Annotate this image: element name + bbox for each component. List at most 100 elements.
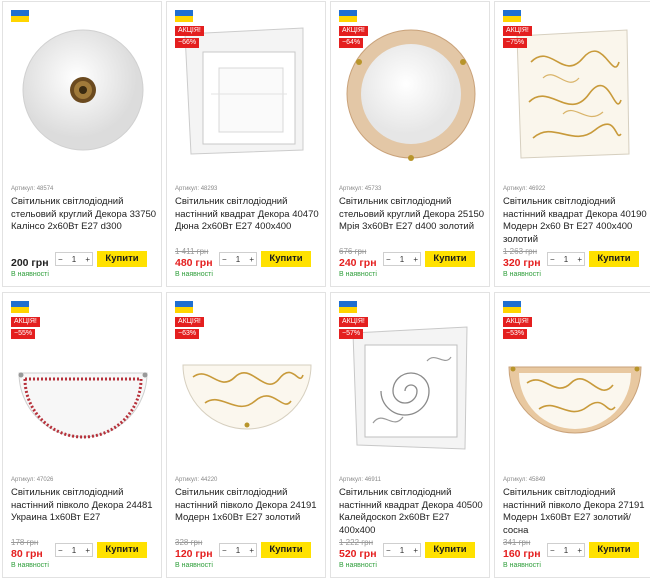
buy-button[interactable]: Купити: [261, 542, 311, 558]
quantity-stepper[interactable]: − 1 +: [383, 252, 421, 266]
discount-badge: −63%: [175, 329, 200, 339]
product-name-link[interactable]: Світильник світлодіодний настінний квадр…: [339, 487, 485, 537]
product-card[interactable]: АКЦІЯ! −75% Артикул: 46922 Світильник св…: [494, 1, 650, 287]
discount-badge: −64%: [339, 38, 364, 48]
old-price: 1 411 грн: [175, 247, 209, 256]
old-price: 178 грн: [11, 538, 39, 547]
plus-icon[interactable]: +: [249, 255, 254, 264]
availability-status: В наявності: [175, 562, 213, 569]
product-price: 160 грн: [503, 548, 541, 560]
buy-button[interactable]: Купити: [589, 542, 639, 558]
sale-badge: АКЦІЯ!: [503, 317, 532, 327]
buy-button[interactable]: Купити: [261, 251, 311, 267]
buy-button[interactable]: Купити: [97, 251, 147, 267]
plus-icon[interactable]: +: [413, 546, 418, 555]
buy-button[interactable]: Купити: [425, 251, 475, 267]
ukraine-flag-icon: [11, 301, 29, 313]
discount-badge: −66%: [175, 38, 200, 48]
sale-badge: АКЦІЯ!: [175, 26, 204, 36]
product-price: 320 грн: [503, 257, 541, 269]
product-name-link[interactable]: Світильник світлодіодний настінний півко…: [175, 487, 321, 525]
product-card[interactable]: АКЦІЯ! −53% Артикул: 45849 Світильник св…: [494, 292, 650, 578]
ukraine-flag-icon: [503, 10, 521, 22]
product-name-link[interactable]: Світильник світлодіодний стельовий кругл…: [11, 196, 157, 234]
quantity-value[interactable]: 1: [63, 255, 86, 264]
product-price: 240 грн: [339, 257, 377, 269]
ukraine-flag-icon: [11, 10, 29, 22]
plus-icon[interactable]: +: [413, 255, 418, 264]
product-sku: Артикул: 47026: [11, 477, 54, 483]
ukraine-flag-icon: [503, 301, 521, 313]
quantity-value[interactable]: 1: [227, 546, 250, 555]
quantity-value[interactable]: 1: [391, 546, 414, 555]
sale-badge: АКЦІЯ!: [339, 317, 368, 327]
sale-badge: АКЦІЯ!: [503, 26, 532, 36]
quantity-stepper[interactable]: − 1 +: [55, 252, 93, 266]
product-card[interactable]: АКЦІЯ! −63% Артикул: 44220 Світильник св…: [166, 292, 326, 578]
sale-badge: АКЦІЯ!: [11, 317, 40, 327]
ukraine-flag-icon: [339, 10, 357, 22]
plus-icon[interactable]: +: [577, 546, 582, 555]
discount-badge: −53%: [503, 329, 528, 339]
availability-status: В наявності: [339, 271, 377, 278]
quantity-stepper[interactable]: − 1 +: [55, 543, 93, 557]
product-name-link[interactable]: Світильник світлодіодний стельовий кругл…: [339, 196, 485, 234]
product-card[interactable]: Артикул: 48574 Світильник світлодіодний …: [2, 1, 162, 287]
product-sku: Артикул: 45733: [339, 186, 382, 192]
product-sku: Артикул: 46922: [503, 186, 546, 192]
old-price: 1 263 грн: [503, 247, 538, 256]
old-price: 341 грн: [503, 538, 531, 547]
product-sku: Артикул: 46911: [339, 477, 381, 483]
old-price: 328 грн: [175, 538, 203, 547]
old-price: 676 грн: [339, 247, 367, 256]
quantity-stepper[interactable]: − 1 +: [547, 543, 585, 557]
old-price: 1 222 грн: [339, 538, 374, 547]
quantity-value[interactable]: 1: [555, 255, 578, 264]
availability-status: В наявності: [11, 562, 49, 569]
quantity-stepper[interactable]: − 1 +: [383, 543, 421, 557]
product-card[interactable]: АКЦІЯ! −55% Артикул: 47026 Світильник св…: [2, 292, 162, 578]
product-price: 80 грн: [11, 548, 43, 560]
plus-icon[interactable]: +: [577, 255, 582, 264]
ukraine-flag-icon: [175, 301, 193, 313]
buy-button[interactable]: Купити: [589, 251, 639, 267]
availability-status: В наявності: [175, 271, 213, 278]
product-card[interactable]: АКЦІЯ! −57% Артикул: 46911 Світильник св…: [330, 292, 490, 578]
product-price: 480 грн: [175, 257, 213, 269]
product-card[interactable]: АКЦІЯ! −66% Артикул: 48293 Світильник св…: [166, 1, 326, 287]
ukraine-flag-icon: [175, 10, 193, 22]
ukraine-flag-icon: [339, 301, 357, 313]
product-price: 120 грн: [175, 548, 213, 560]
product-name-link[interactable]: Світильник світлодіодний настінний півко…: [503, 487, 649, 537]
buy-button[interactable]: Купити: [425, 542, 475, 558]
product-price: 200 грн: [11, 257, 49, 269]
availability-status: В наявності: [503, 562, 541, 569]
product-sku: Артикул: 45849: [503, 477, 546, 483]
availability-status: В наявності: [339, 562, 377, 569]
product-name-link[interactable]: Світильник світлодіодний настінний квадр…: [175, 196, 321, 234]
quantity-value[interactable]: 1: [391, 255, 414, 264]
quantity-stepper[interactable]: − 1 +: [219, 543, 257, 557]
buy-button[interactable]: Купити: [97, 542, 147, 558]
product-name-link[interactable]: Світильник світлодіодний настінний квадр…: [503, 196, 649, 246]
product-card[interactable]: АКЦІЯ! −64% Артикул: 45733 Світильник св…: [330, 1, 490, 287]
sale-badge: АКЦІЯ!: [339, 26, 368, 36]
quantity-value[interactable]: 1: [555, 546, 578, 555]
quantity-stepper[interactable]: − 1 +: [547, 252, 585, 266]
plus-icon[interactable]: +: [249, 546, 254, 555]
discount-badge: −57%: [339, 329, 364, 339]
availability-status: В наявності: [11, 271, 49, 278]
sale-badge: АКЦІЯ!: [175, 317, 204, 327]
plus-icon[interactable]: +: [85, 255, 90, 264]
product-image[interactable]: [11, 22, 155, 172]
product-sku: Артикул: 48293: [175, 186, 218, 192]
product-price: 520 грн: [339, 548, 377, 560]
availability-status: В наявності: [503, 271, 541, 278]
discount-badge: −75%: [503, 38, 528, 48]
product-name-link[interactable]: Світильник світлодіодний настінний півко…: [11, 487, 157, 525]
quantity-stepper[interactable]: − 1 +: [219, 252, 257, 266]
quantity-value[interactable]: 1: [227, 255, 250, 264]
product-sku: Артикул: 44220: [175, 477, 218, 483]
plus-icon[interactable]: +: [85, 546, 90, 555]
quantity-value[interactable]: 1: [63, 546, 86, 555]
